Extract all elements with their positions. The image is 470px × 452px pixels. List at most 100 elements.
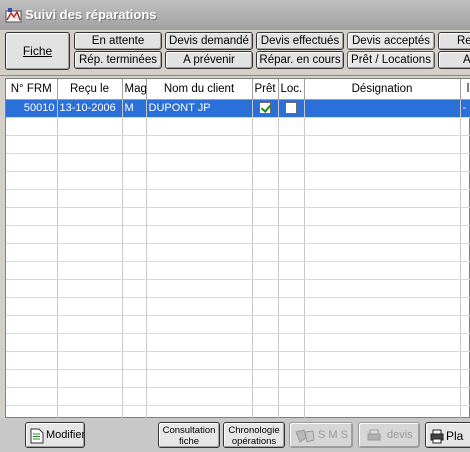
repar-en-cours-button[interactable]: Répar. en cours <box>256 51 344 69</box>
empty-cell <box>460 279 470 298</box>
empty-row[interactable] <box>6 297 470 316</box>
empty-cell <box>146 153 253 172</box>
chronologie-operations-button[interactable]: Chronologie opérations <box>223 422 285 448</box>
a-button[interactable]: A <box>438 51 470 69</box>
empty-cell <box>278 315 305 334</box>
empty-cell <box>304 333 461 352</box>
a-prevenir-button[interactable]: A prévenir <box>165 51 253 69</box>
col-header-pret[interactable]: Prêt <box>252 79 279 100</box>
empty-row[interactable] <box>6 387 470 406</box>
empty-cell <box>6 189 58 208</box>
empty-cell <box>57 135 123 154</box>
empty-row[interactable] <box>6 135 470 154</box>
cell-pret[interactable] <box>252 99 279 118</box>
empty-cell <box>460 243 470 262</box>
col-header-designation[interactable]: Désignation <box>304 79 461 100</box>
empty-row[interactable] <box>6 333 470 352</box>
cell-extra: - <box>460 99 470 118</box>
devis-acceptes-button[interactable]: Devis acceptés <box>347 32 435 50</box>
filter-toolbar: Fiche En attente Devis demandé Devis eff… <box>0 30 470 76</box>
fiche-button[interactable]: Fiche <box>5 32 70 70</box>
col-header-client[interactable]: Nom du client <box>146 79 253 100</box>
empty-cell <box>460 207 470 226</box>
cell-loc[interactable] <box>278 99 305 118</box>
empty-cell <box>57 261 123 280</box>
empty-row[interactable] <box>6 243 470 262</box>
empty-cell <box>146 225 253 244</box>
empty-cell <box>304 207 461 226</box>
table-row[interactable]: 50010 13-10-2006 M DUPONT JP - <box>6 99 470 118</box>
empty-cell <box>252 225 279 244</box>
col-header-recu[interactable]: Reçu le <box>57 79 123 100</box>
empty-cell <box>6 315 58 334</box>
sms-button[interactable]: S M S <box>289 422 353 448</box>
col-header-extra[interactable]: l <box>460 79 470 100</box>
empty-cell <box>6 279 58 298</box>
empty-cell <box>6 207 58 226</box>
printer-icon <box>430 429 444 444</box>
empty-cell <box>460 297 470 316</box>
col-header-frm[interactable]: N° FRM <box>6 79 58 100</box>
empty-cell <box>304 387 461 406</box>
empty-cell <box>146 297 253 316</box>
empty-cell <box>460 369 470 388</box>
rep-terminees-button[interactable]: Rép. terminées <box>74 51 162 69</box>
empty-cell <box>57 297 123 316</box>
empty-cell <box>304 189 461 208</box>
empty-cell <box>6 153 58 172</box>
empty-cell <box>278 189 305 208</box>
devis-button[interactable]: devis <box>358 422 420 448</box>
empty-cell <box>122 135 147 154</box>
empty-cell <box>278 135 305 154</box>
empty-cell <box>122 387 147 406</box>
consultation-fiche-button[interactable]: Consultation fiche <box>158 422 220 448</box>
col-header-loc[interactable]: Loc. <box>278 79 305 100</box>
empty-cell <box>146 135 253 154</box>
empty-cell <box>146 207 253 226</box>
cell-frm: 50010 <box>6 99 58 118</box>
empty-cell <box>146 117 253 136</box>
col-header-mag[interactable]: Mag <box>122 79 147 100</box>
planning-button[interactable]: Pla <box>425 422 470 448</box>
empty-cell <box>146 189 253 208</box>
empty-row[interactable] <box>6 315 470 334</box>
empty-cell <box>304 261 461 280</box>
empty-row[interactable] <box>6 369 470 388</box>
devis-effectues-button[interactable]: Devis effectués <box>256 32 344 50</box>
pret-locations-button[interactable]: Prêt / Locations <box>347 51 435 69</box>
empty-row[interactable] <box>6 153 470 172</box>
empty-row[interactable] <box>6 117 470 136</box>
empty-row[interactable] <box>6 225 470 244</box>
re-button[interactable]: Re <box>438 32 470 50</box>
empty-row[interactable] <box>6 261 470 280</box>
empty-row[interactable] <box>6 279 470 298</box>
empty-row[interactable] <box>6 351 470 370</box>
modifier-button[interactable]: Modifier <box>25 422 85 448</box>
empty-cell <box>278 279 305 298</box>
empty-cell <box>304 243 461 262</box>
empty-row[interactable] <box>6 171 470 190</box>
title-bar: Suivi des réparations <box>0 0 470 30</box>
empty-row[interactable] <box>6 189 470 208</box>
pret-checkbox[interactable] <box>259 102 271 115</box>
empty-row[interactable] <box>6 207 470 226</box>
repairs-grid[interactable]: N° FRM Reçu le Mag Nom du client Prêt Lo… <box>5 78 470 424</box>
empty-cell <box>460 315 470 334</box>
empty-cell <box>252 333 279 352</box>
loc-checkbox[interactable] <box>285 102 297 115</box>
empty-cell <box>304 315 461 334</box>
empty-cell <box>57 171 123 190</box>
empty-cell <box>460 225 470 244</box>
empty-cell <box>146 387 253 406</box>
empty-cell <box>122 153 147 172</box>
empty-cell <box>122 243 147 262</box>
empty-cell <box>252 207 279 226</box>
empty-cell <box>146 171 253 190</box>
empty-cell <box>122 351 147 370</box>
devis-demande-button[interactable]: Devis demandé <box>165 32 253 50</box>
empty-cell <box>6 243 58 262</box>
empty-cell <box>252 351 279 370</box>
empty-cell <box>278 171 305 190</box>
empty-cell <box>6 369 58 388</box>
en-attente-button[interactable]: En attente <box>74 32 162 50</box>
